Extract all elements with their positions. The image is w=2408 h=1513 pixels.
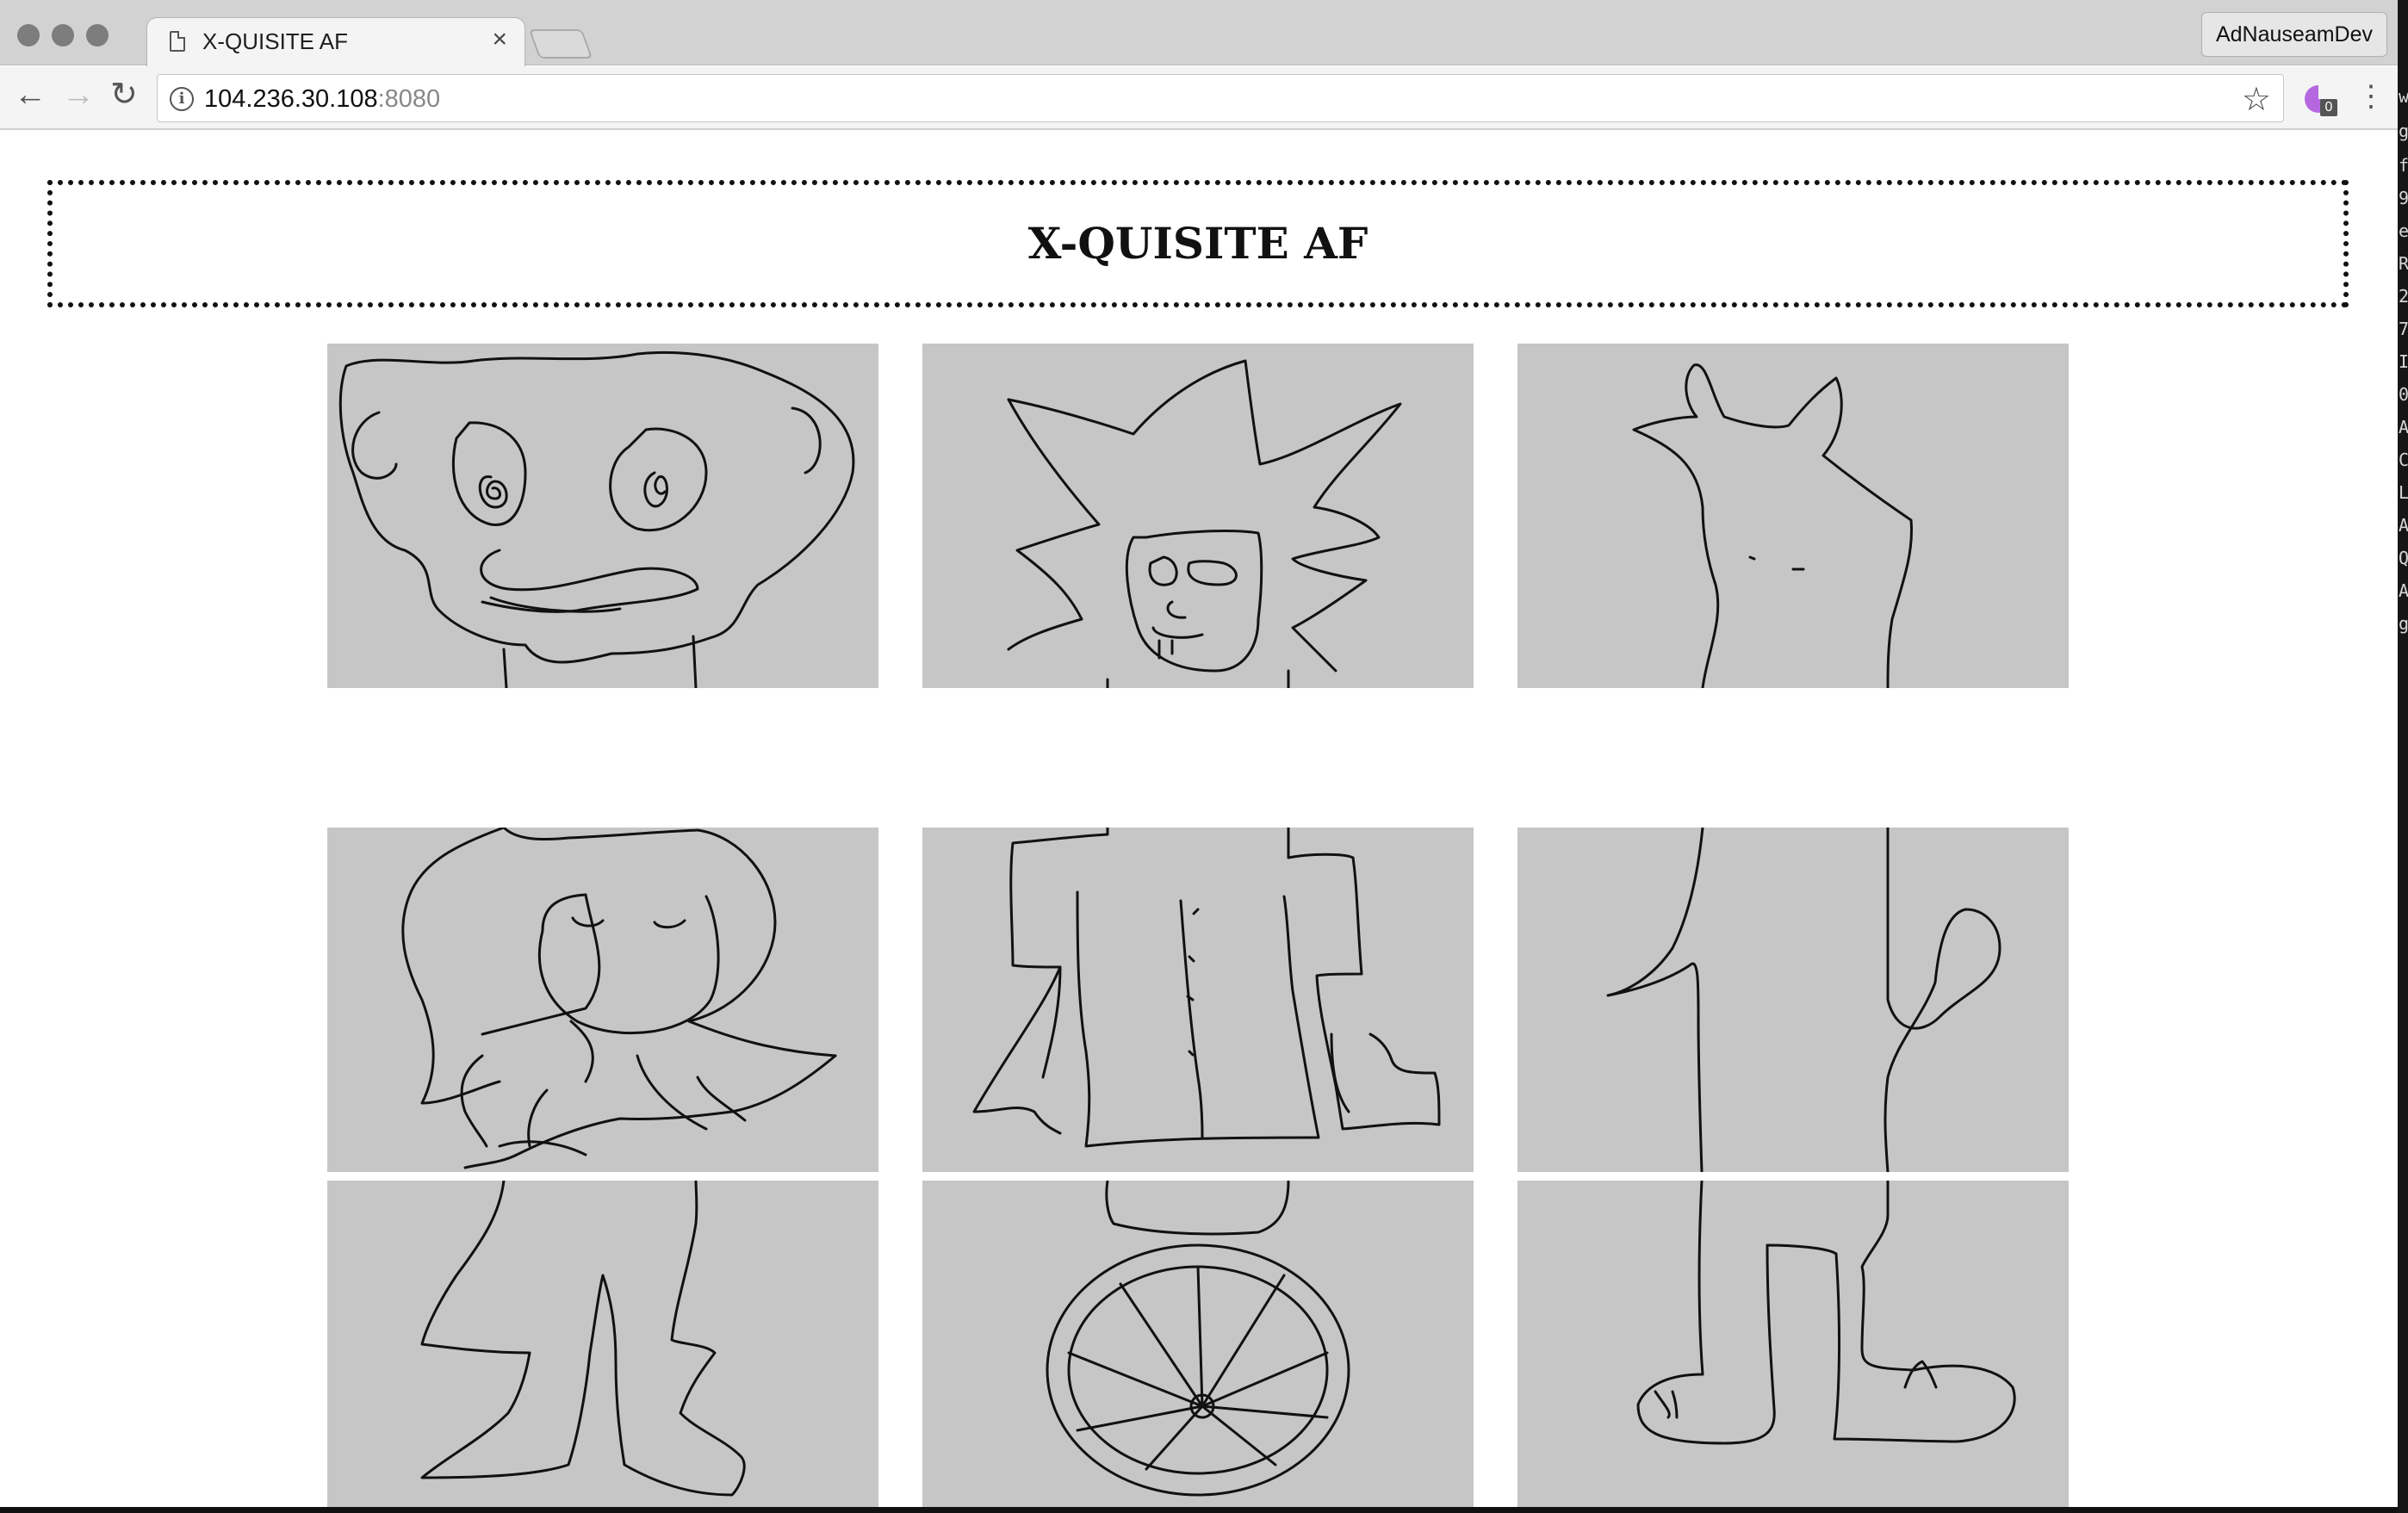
dog-head-drawing [1632,363,1914,688]
drawing-panel-col2-torso[interactable] [922,828,1474,1172]
spiky-hair-head-drawing [1007,359,1402,688]
close-window-button[interactable] [17,24,40,47]
terminal-char: 7 [2399,319,2408,339]
monkey-head-drawing [338,350,855,688]
terminal-char: 9 [2399,188,2408,208]
drawing-panel-col1-torso[interactable] [327,828,878,1172]
tab-strip: X-QUISITE AF × AdNauseamDev [0,0,2398,67]
dog-body-drawing [1606,828,2001,1172]
terminal-char: A [2399,580,2408,601]
title-banner: X-QUISITE AF [47,180,2349,307]
maximize-window-button[interactable] [86,24,109,47]
info-icon[interactable]: i [170,87,194,111]
terminal-char: R [2399,253,2408,274]
drawing-panel-col1-legs[interactable] [327,1181,878,1507]
browser-tab[interactable]: X-QUISITE AF × [146,17,525,67]
url-text: 104.236.30.108:8080 [204,85,440,114]
terminal-char: g [2399,121,2408,141]
tab-title: X-QUISITE AF [202,28,349,54]
terminal-char: f [2399,155,2408,176]
terminal-char: A [2399,515,2408,536]
back-arrow-icon[interactable]: ← [14,78,47,111]
document-icon [170,31,185,52]
terminal-char: Q [2399,548,2408,568]
unicycle-drawing [1046,1181,1350,1497]
pants-legs-drawing [420,1181,746,1497]
browser-window: X-QUISITE AF × AdNauseamDev ← → ↻ i 104.… [0,0,2398,1507]
browser-toolbar: ← → ↻ i 104.236.30.108:8080 ☆ 0 ⋮ [0,66,2398,130]
new-tab-button[interactable] [528,29,593,59]
terminal-char: A [2399,417,2408,437]
drawing-panel-col3-head[interactable] [1517,344,2069,688]
terminal-char: g [2399,613,2408,634]
forward-arrow-icon[interactable]: → [62,78,95,111]
terminal-char: L [2399,482,2408,503]
shirt-torso-drawing [972,828,1441,1148]
profile-button[interactable]: AdNauseamDev [2200,12,2387,57]
drawing-panel-col2-head[interactable] [922,344,1474,688]
reload-icon[interactable]: ↻ [110,78,138,111]
page-title: X-QUISITE AF [1027,218,1368,269]
terminal-char: w [2399,86,2408,107]
drawing-panel-col2-legs[interactable] [922,1181,1474,1507]
terminal-char: C [2399,450,2408,470]
drawing-panel-col1-head[interactable] [327,344,878,688]
terminal-char: 0 [2399,384,2408,405]
terminal-char: I [2399,351,2408,372]
bookmark-star-icon[interactable]: ☆ [2242,80,2271,119]
dress-torso-drawing [401,828,837,1169]
url-port: :8080 [377,85,441,113]
dog-feet-drawing [1636,1181,2016,1445]
url-host: 104.236.30.108 [204,85,378,113]
adnauseam-extension-icon[interactable]: 0 [2301,82,2337,116]
terminal-char: 2 [2399,286,2408,307]
address-bar[interactable]: i 104.236.30.108:8080 ☆ [157,74,2284,122]
tab-close-icon[interactable]: × [492,27,507,53]
minimize-window-button[interactable] [52,24,74,47]
drawing-panel-col3-legs[interactable] [1517,1181,2069,1507]
drawing-panel-col3-torso[interactable] [1517,828,2069,1172]
page-content: X-QUISITE AF [0,131,2398,1507]
extension-badge: 0 [2320,99,2337,116]
more-menu-icon[interactable]: ⋮ [2356,82,2386,111]
terminal-char: e [2399,220,2408,241]
terminal-strip: w g f 9 e R 2 7 I 0 A C L A Q A g [2398,0,2408,1513]
